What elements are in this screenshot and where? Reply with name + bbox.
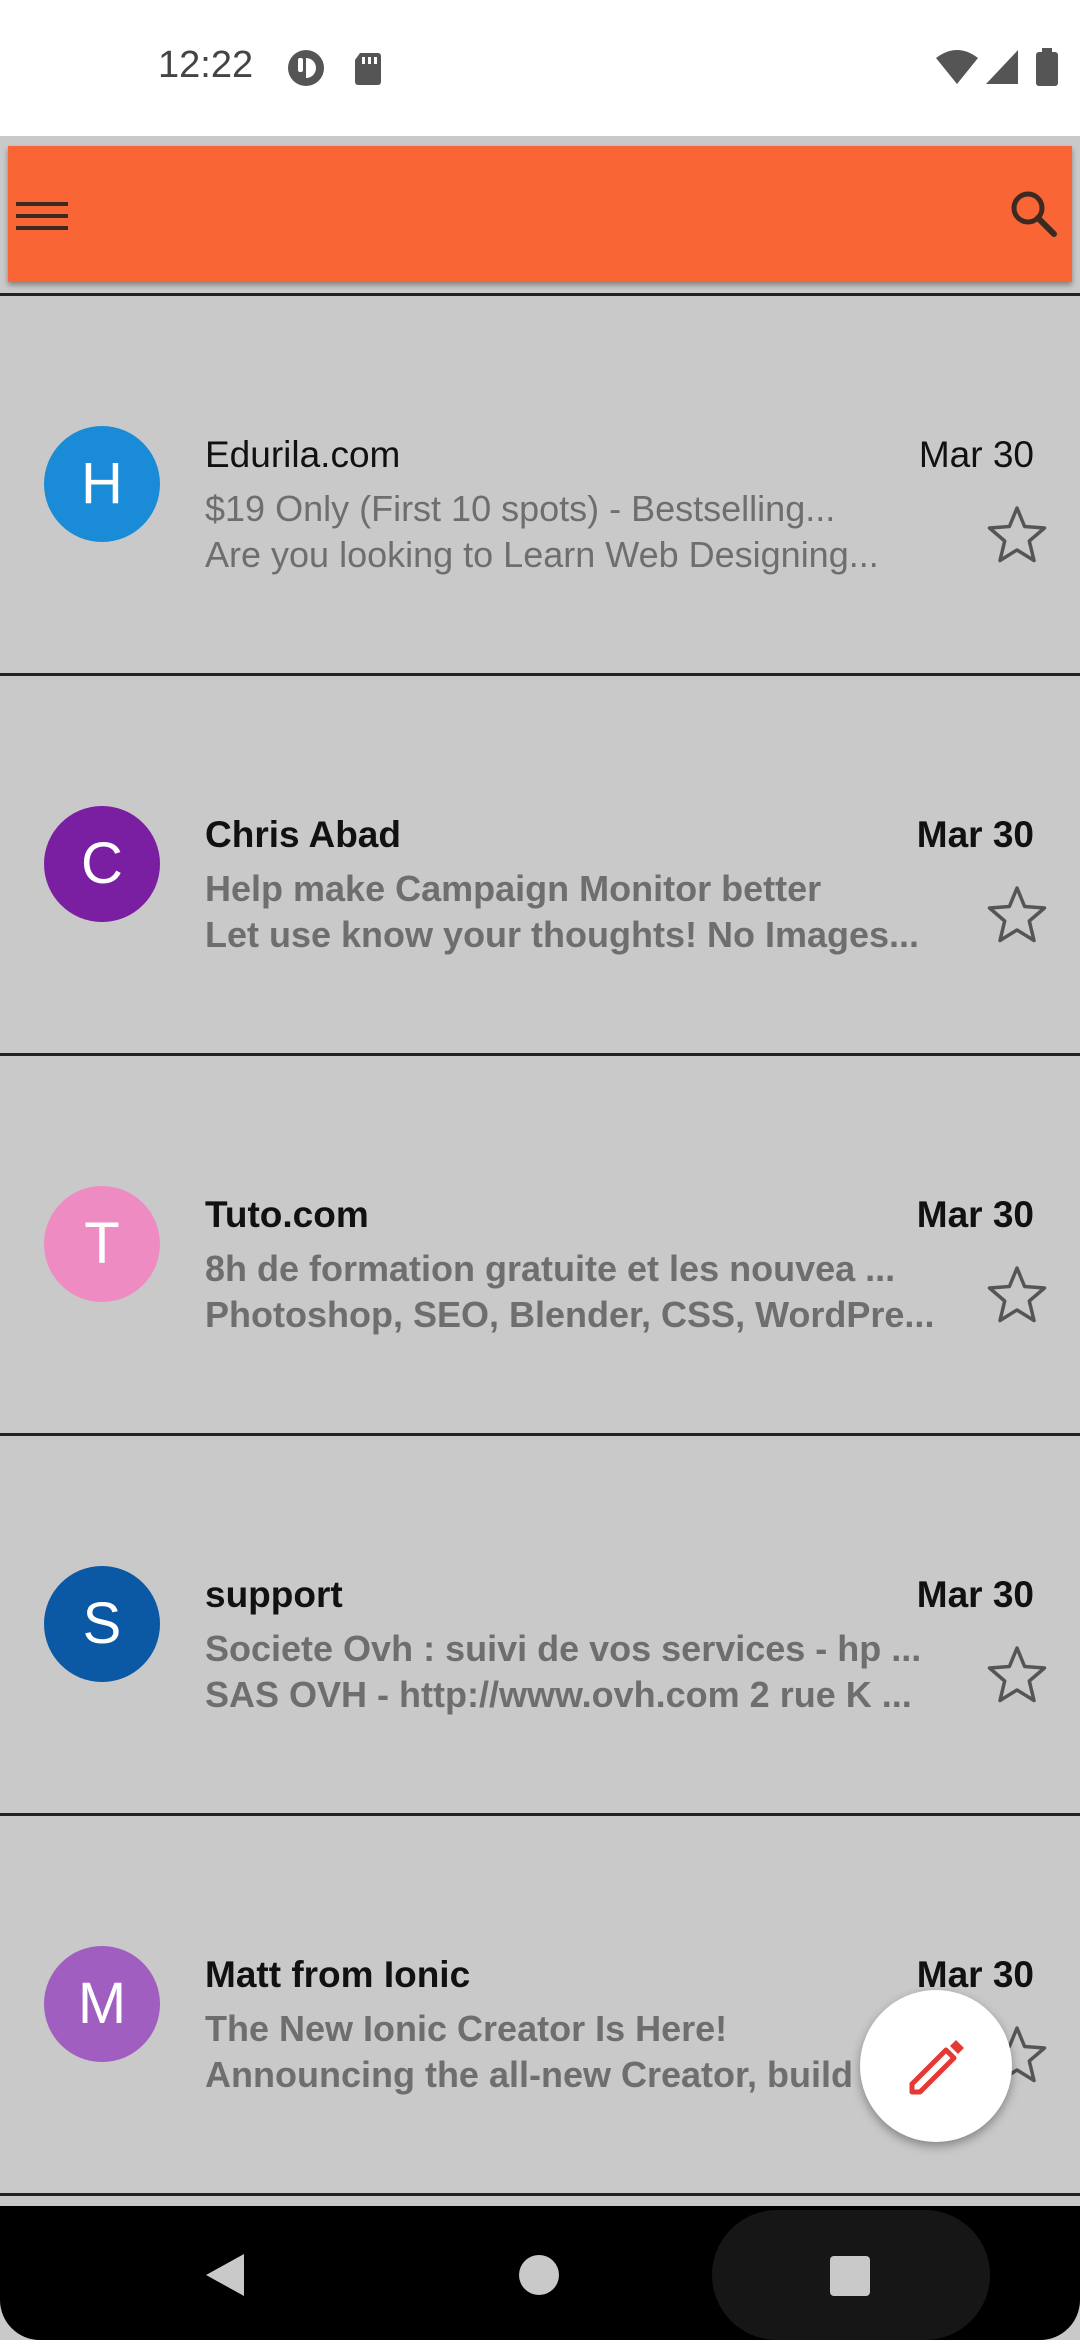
email-preview: Are you looking to Learn Web Designing..… [205, 534, 879, 575]
email-subject: $19 Only (First 10 spots) - Bestselling.… [205, 488, 836, 529]
email-date: Mar 30 [916, 1194, 1034, 1235]
email-preview: Let use know your thoughts! No Images... [205, 914, 920, 955]
sender-name: support [205, 1574, 343, 1615]
status-bar: 12:22 [0, 0, 1080, 136]
media-icon [286, 48, 326, 88]
status-time: 12:22 [158, 44, 254, 86]
toolbar [8, 146, 1072, 282]
sender-name: Matt from Ionic [205, 1954, 471, 1995]
star-icon[interactable] [984, 882, 1050, 948]
email-date: Mar 30 [916, 1574, 1034, 1615]
email-list-item[interactable]: H Edurila.com Mar 30 $19 Only (First 10 spo… [0, 296, 1080, 676]
menu-button[interactable] [8, 176, 88, 252]
email-subject: Help make Campaign Monitor better [205, 868, 822, 909]
signal-icon [984, 48, 1024, 88]
sender-avatar: S [44, 1566, 160, 1682]
sender-name: Edurila.com [205, 434, 401, 475]
sender-name: Tuto.com [205, 1194, 369, 1235]
back-icon[interactable] [200, 2250, 250, 2300]
star-icon[interactable] [984, 1262, 1050, 1328]
email-list-item[interactable]: C Chris Abad Mar 30 Help make Campaign Moni… [0, 676, 1080, 1056]
sender-avatar: M [44, 1946, 160, 2062]
email-subject: The New Ionic Creator Is Here! [205, 2008, 728, 2049]
recents-icon[interactable] [828, 2254, 872, 2298]
sd-card-icon [348, 48, 388, 88]
compose-button[interactable] [860, 1990, 1012, 2142]
sender-avatar: T [44, 1186, 160, 1302]
sender-avatar: C [44, 806, 160, 922]
email-list-item[interactable]: Ssupport Mar 30 Societe Ovh : suivi de vos… [0, 1436, 1080, 1816]
search-button[interactable] [996, 176, 1072, 252]
star-icon[interactable] [984, 1642, 1050, 1708]
navigation-bar [0, 2206, 1080, 2340]
email-subject: Societe Ovh : suivi de vos services - hp… [205, 1628, 922, 1669]
search-icon [1011, 191, 1057, 237]
email-list: H Edurila.com Mar 30 $19 Only (First 10 spo… [0, 296, 1080, 2196]
email-preview: Photoshop, SEO, Blender, CSS, WordPre... [205, 1294, 935, 1335]
toolbar-container [0, 136, 1080, 296]
email-list-item[interactable]: T Tuto.com Mar 30 8h de formation gratuite … [0, 1056, 1080, 1436]
hamburger-menu-icon [16, 202, 68, 230]
sender-avatar: H [44, 426, 160, 542]
email-preview: Announcing the all-new Creator, build [205, 2054, 854, 2095]
email-preview: SAS OVH - http://www.ovh.com 2 rue K ... [205, 1674, 912, 1715]
sender-name: Chris Abad [205, 814, 401, 855]
email-date: Mar 30 [918, 434, 1034, 475]
pencil-icon [909, 2040, 964, 2095]
star-icon[interactable] [984, 502, 1050, 568]
home-icon[interactable] [518, 2254, 560, 2296]
email-subject: 8h de formation gratuite et les nouvea .… [205, 1248, 896, 1289]
email-date: Mar 30 [916, 814, 1034, 855]
battery-icon [1034, 48, 1060, 88]
wifi-icon [934, 48, 980, 88]
